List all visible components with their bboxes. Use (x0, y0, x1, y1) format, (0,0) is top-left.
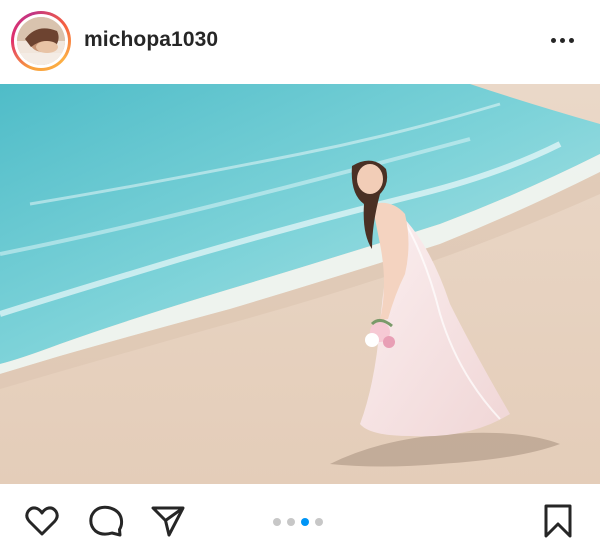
send-icon (151, 506, 185, 537)
like-button[interactable] (22, 501, 62, 541)
carousel-dot (287, 518, 295, 526)
more-horizontal-icon (559, 37, 565, 43)
more-options-button[interactable] (548, 28, 576, 52)
instagram-post: michopa1030 (0, 0, 600, 545)
avatar[interactable] (17, 17, 65, 65)
avatar-border (14, 14, 68, 68)
comment-icon (89, 505, 124, 537)
carousel-dot (273, 518, 281, 526)
bookmark-icon (544, 504, 572, 538)
avatar-image (17, 17, 65, 65)
beach-bride-photo (0, 84, 600, 484)
more-horizontal-icon (550, 37, 556, 43)
carousel-indicator (270, 517, 326, 527)
carousel-dot (315, 518, 323, 526)
story-ring[interactable] (11, 11, 71, 71)
carousel-dot-active (301, 518, 309, 526)
post-image[interactable] (0, 84, 600, 484)
post-header: michopa1030 (0, 0, 600, 84)
share-button[interactable] (148, 501, 188, 541)
heart-icon (25, 506, 59, 536)
comment-button[interactable] (86, 501, 126, 541)
post-actions (0, 484, 600, 545)
save-button[interactable] (538, 501, 578, 541)
username[interactable]: michopa1030 (84, 28, 218, 52)
more-horizontal-icon (568, 37, 574, 43)
